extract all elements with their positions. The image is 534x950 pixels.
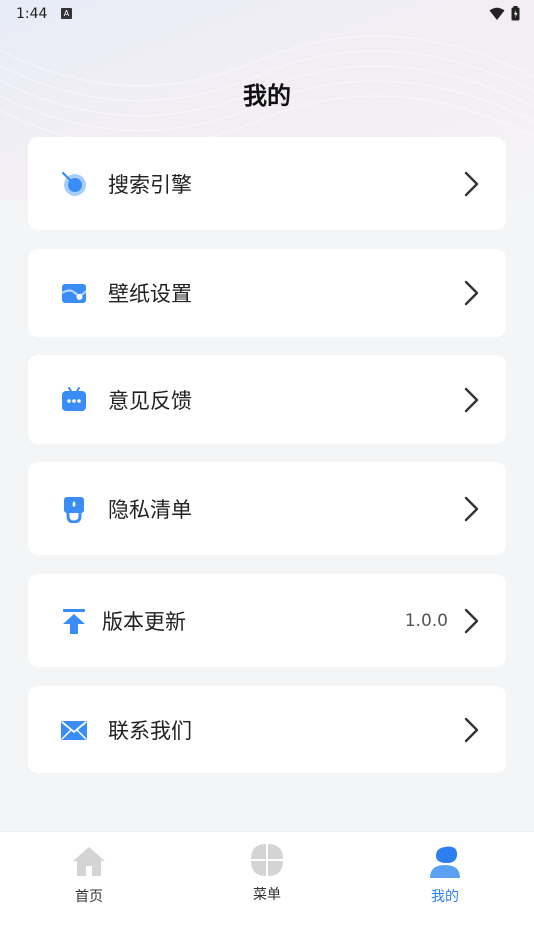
wifi-icon: [489, 7, 505, 20]
chevron-right-icon: [464, 171, 479, 196]
bottom-tab-bar: 首页 菜单 我的: [0, 831, 534, 950]
notification-badge-icon: A: [61, 8, 72, 19]
tab-menu-label: 菜单: [253, 887, 281, 903]
menu-item-label: 版本更新: [102, 609, 186, 634]
status-bar: 1:44 A: [0, 0, 534, 30]
menu-item-label: 隐私清单: [108, 497, 192, 522]
target-icon: [60, 170, 88, 198]
tab-home-label: 首页: [75, 889, 103, 905]
upload-icon: [60, 607, 88, 635]
page-title: 我的: [243, 82, 291, 110]
chevron-right-icon: [464, 608, 479, 633]
mail-icon: [60, 716, 88, 744]
tab-home[interactable]: 首页: [29, 844, 149, 906]
tab-mine-label: 我的: [431, 889, 459, 905]
version-number: 1.0.0: [404, 610, 448, 631]
chevron-right-icon: [464, 717, 479, 742]
menu-item-wallpaper[interactable]: 壁纸设置: [28, 249, 506, 337]
battery-icon: [511, 6, 520, 21]
menu-item-label: 联系我们: [108, 718, 192, 743]
home-icon: [73, 847, 105, 876]
menu-item-privacy[interactable]: 隐私清单: [28, 462, 506, 555]
chevron-right-icon: [464, 496, 479, 521]
menu-item-contact[interactable]: 联系我们: [28, 686, 506, 773]
status-indicators: [489, 6, 520, 21]
menu-item-label: 意见反馈: [108, 388, 192, 413]
menu-item-label: 壁纸设置: [108, 282, 192, 306]
chevron-right-icon: [464, 387, 479, 412]
menu-item-update[interactable]: 版本更新 1.0.0: [28, 574, 506, 667]
user-icon: [430, 846, 460, 878]
grid-menu-icon: [251, 844, 283, 876]
menu-item-search-engine[interactable]: 搜索引擎: [28, 137, 506, 230]
menu-item-feedback[interactable]: 意见反馈: [28, 355, 506, 444]
wallpaper-icon: [60, 279, 88, 307]
menu-item-label: 搜索引擎: [108, 172, 192, 197]
chat-icon: [60, 386, 88, 414]
tab-mine[interactable]: 我的: [385, 844, 505, 906]
status-time: 1:44: [16, 6, 48, 22]
chevron-right-icon: [464, 280, 479, 306]
privacy-icon: [60, 495, 88, 523]
tab-menu[interactable]: 菜单: [207, 842, 327, 904]
